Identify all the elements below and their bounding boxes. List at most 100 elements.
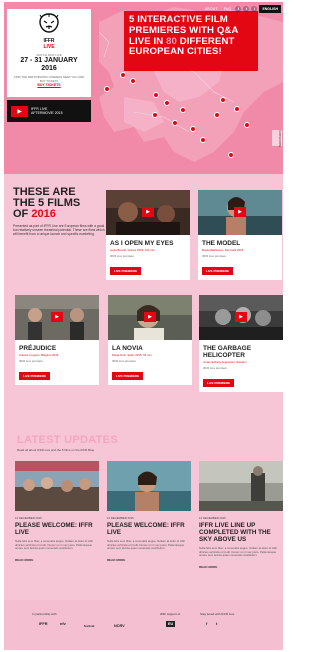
map-pin[interactable] [104, 86, 110, 92]
post-image-graphic [199, 461, 283, 511]
updates-subtitle: Read all about IFFR Live and the 5 films… [17, 448, 95, 452]
headline-city-count: 80 [166, 35, 177, 47]
live-premiere-button[interactable]: LIVE PREMIERE [202, 266, 234, 275]
blog-post[interactable]: 13 DECEMBER 2015 PLEASE WELCOME: IFFR LI… [15, 461, 99, 562]
map-pin[interactable] [130, 78, 136, 84]
film-title: PRÉJUDICE [19, 345, 57, 352]
films-title-year: 2016 [31, 208, 56, 220]
buy-tickets-link[interactable]: BUY TICKETS [7, 83, 91, 87]
map-pin[interactable] [153, 92, 159, 98]
blog-post[interactable]: 13 DECEMBER 2015 PLEASE WELCOME: IFFR LI… [107, 461, 191, 562]
film-card[interactable]: ▶ PRÉJUDICE Antoine Cuypers, Belgium 201… [15, 295, 99, 385]
live-premiere-button[interactable]: LIVE PREMIERE [203, 378, 235, 387]
map-pin[interactable] [164, 100, 170, 106]
post-date: 13 DECEMBER 2015 [15, 516, 42, 520]
facebook-icon[interactable]: f [206, 622, 207, 626]
twitter-icon[interactable]: t [216, 622, 217, 626]
partner-logo[interactable]: IFFR [39, 622, 47, 626]
blog-post[interactable]: 13 DECEMBER 2015 IFFR LIVE LINE UP COMPL… [199, 461, 283, 569]
support-logo[interactable]: EU [166, 621, 176, 627]
film-still[interactable]: ▶ [106, 190, 190, 235]
film-title: THE MODEL [202, 240, 241, 247]
live-premiere-button[interactable]: LIVE PREMIERE [110, 266, 142, 275]
films-title-line3: OF 2016 [13, 209, 105, 220]
headline-text: 5 INTERACTIVE FILM PREMIERES WITH Q&A LI… [129, 14, 253, 58]
live-premiere-button[interactable]: LIVE PREMIERE [19, 371, 51, 380]
map-pin[interactable] [190, 126, 196, 132]
partner-logo[interactable]: nfv [60, 622, 66, 626]
map-pin[interactable] [172, 120, 178, 126]
film-sub: IFFR Live premiere [112, 359, 136, 363]
map-pin[interactable] [244, 122, 250, 128]
play-icon[interactable]: ▶ [11, 105, 28, 117]
play-icon[interactable]: ▶ [144, 312, 156, 322]
film-sub: IFFR Live premiere [203, 366, 227, 370]
play-icon[interactable]: ▶ [51, 312, 63, 322]
map-pin[interactable] [120, 72, 126, 78]
nav-link-about[interactable]: ABOUT [203, 6, 220, 12]
video-label-line2: AFTERMOVIE 2015 [31, 111, 63, 115]
post-image[interactable] [15, 461, 99, 511]
film-title: AS I OPEN MY EYES [110, 240, 174, 247]
film-still[interactable]: ▶ [199, 295, 283, 340]
logo-panel: IFFR LIVE WATCH IFFR LIVE 27 - 31 JANUAR… [7, 9, 91, 97]
partner-logo[interactable]: NCRV [114, 624, 125, 628]
films-description: Presented as part of IFFR Live are Europ… [13, 224, 105, 237]
post-image[interactable] [199, 461, 283, 511]
film-card[interactable]: ▶ THE GARBAGE HELICOPTER Jonas Selberg A… [199, 295, 283, 392]
film-still[interactable]: ▶ [108, 295, 192, 340]
film-card[interactable]: ▶ AS I OPEN MY EYES Leyla Bouzid, France… [106, 190, 190, 280]
film-still[interactable]: ▶ [198, 190, 282, 235]
hero-headline: 5 INTERACTIVE FILM PREMIERES WITH Q&A LI… [124, 11, 258, 71]
post-excerpt: Nulla felis sem fiber, a venenatis augue… [107, 539, 186, 551]
map-pin[interactable] [152, 112, 158, 118]
read-more-link[interactable]: READ MORE [107, 558, 191, 562]
post-excerpt: Nulla felis sem fiber, a venenatis augue… [15, 539, 94, 551]
facebook-icon[interactable]: f [235, 5, 242, 12]
film-still[interactable]: ▶ [15, 295, 99, 340]
map-pin[interactable] [220, 97, 226, 103]
page: 5 INTERACTIVE FILM PREMIERES WITH Q&A LI… [4, 2, 283, 650]
post-image[interactable] [107, 461, 191, 511]
map-pin[interactable] [228, 152, 234, 158]
twitter-icon[interactable]: t [243, 5, 250, 12]
post-title[interactable]: PLEASE WELCOME: IFFR LIVE [15, 522, 99, 536]
post-image-graphic [15, 461, 99, 511]
side-tab[interactable]: SUBSCRIBE [272, 130, 282, 147]
film-sub: IFFR Live premiere [110, 254, 134, 258]
live-premiere-button[interactable]: LIVE PREMIERE [112, 371, 144, 380]
film-card[interactable]: ▶ THE MODEL Mads Matthiesen, Denmark 201… [198, 190, 282, 280]
film-card[interactable]: ▶ LA NOVIA Paula Ortiz, Spain 2015, 93 m… [108, 295, 192, 385]
post-date: 13 DECEMBER 2015 [199, 516, 226, 520]
read-more-link[interactable]: READ MORE [199, 565, 283, 569]
instagram-icon[interactable]: i [251, 5, 258, 12]
aftermovie-video[interactable]: ▶ IFFR LIVE AFTERMOVIE 2015 [7, 100, 91, 122]
partner-logo[interactable]: festival [84, 624, 94, 628]
post-title[interactable]: PLEASE WELCOME: IFFR LIVE [107, 522, 191, 536]
film-sub: IFFR Live premiere [202, 254, 226, 258]
post-title[interactable]: IFFR LIVE LINE UP COMPLETED WITH THE SKY… [199, 522, 283, 543]
lion-logo-icon[interactable] [37, 13, 61, 33]
play-icon[interactable]: ▶ [142, 207, 154, 217]
map-pin[interactable] [200, 137, 206, 143]
play-icon[interactable]: ▶ [234, 207, 246, 217]
footer: In partnership with IFFR nfv festival NC… [4, 600, 283, 650]
post-image-graphic [107, 461, 191, 511]
event-dates: 27 - 31 JANUARY [20, 57, 78, 64]
read-more-link[interactable]: READ MORE [15, 558, 99, 562]
event-year: 2016 [41, 65, 57, 72]
cinemas-note: FIND THE PARTICIPATING CINEMAS NEAR YOU … [14, 75, 84, 83]
top-nav: ABOUT FAQ f t i ENGLISH [203, 4, 281, 13]
hero-section: 5 INTERACTIVE FILM PREMIERES WITH Q&A LI… [4, 2, 283, 174]
brand-live: LIVE [43, 43, 55, 50]
support-label: With support of [160, 612, 181, 616]
map-pin[interactable] [214, 112, 220, 118]
updates-title: LATEST UPDATES [17, 434, 118, 446]
language-switcher[interactable]: ENGLISH [259, 4, 281, 13]
map-pin[interactable] [180, 107, 186, 113]
play-icon[interactable]: ▶ [235, 312, 247, 322]
nav-link-faq[interactable]: FAQ [222, 6, 234, 12]
film-title: LA NOVIA [112, 345, 143, 352]
post-date: 13 DECEMBER 2015 [107, 516, 134, 520]
map-pin[interactable] [234, 106, 240, 112]
